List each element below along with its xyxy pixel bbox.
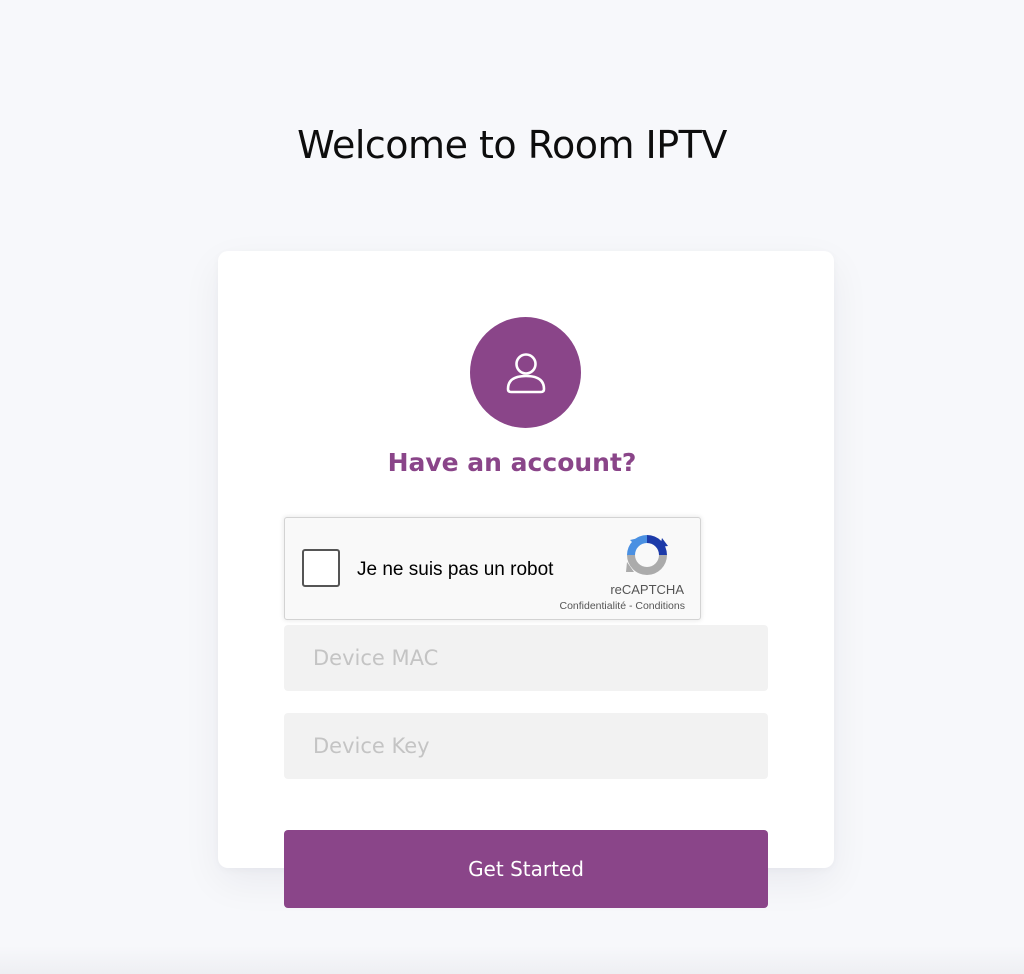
account-heading: Have an account? (387, 448, 637, 477)
bottom-fade (0, 946, 1024, 974)
page-title: Welcome to Room IPTV (297, 123, 727, 167)
recaptcha-label: Je ne suis pas un robot (357, 559, 554, 580)
avatar (470, 317, 581, 428)
get-started-button[interactable]: Get Started (284, 830, 768, 908)
device-key-input[interactable] (284, 713, 768, 779)
recaptcha-logo-icon (626, 535, 668, 575)
recaptcha-link-separator: - (626, 600, 636, 612)
user-icon (506, 352, 545, 393)
recaptcha-widget: Je ne suis pas un robot reCAPTCHA Confid… (284, 517, 701, 620)
recaptcha-brand: reCAPTCHA (610, 582, 684, 597)
device-mac-input[interactable] (284, 625, 768, 691)
recaptcha-links: Confidentialité - Conditions (559, 600, 685, 613)
recaptcha-privacy-link[interactable]: Confidentialité (559, 600, 626, 612)
recaptcha-checkbox[interactable] (302, 549, 340, 587)
recaptcha-terms-link[interactable]: Conditions (635, 600, 685, 612)
